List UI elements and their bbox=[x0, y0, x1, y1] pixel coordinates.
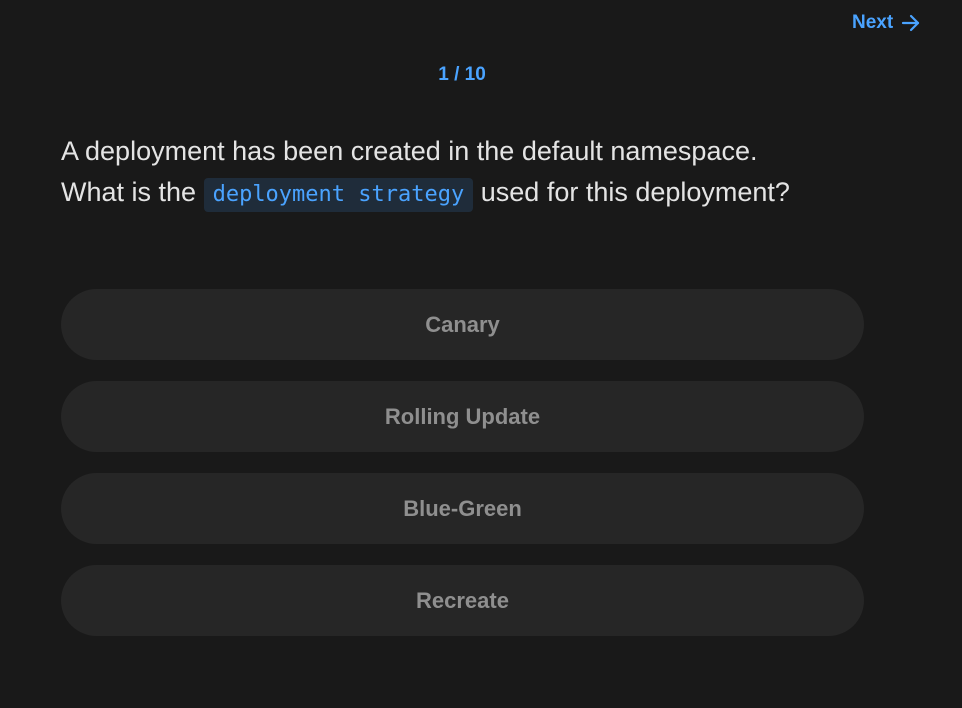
progress-indicator: 1 / 10 bbox=[438, 64, 486, 85]
option-label: Canary bbox=[425, 311, 500, 337]
question-line-2-start: What is the bbox=[61, 177, 197, 207]
question-line-1: A deployment has been created in the def… bbox=[61, 136, 758, 166]
answer-options: Canary Rolling Update Blue-Green Recreat… bbox=[61, 289, 864, 657]
question-line-2-end: used for this deployment? bbox=[480, 177, 790, 207]
next-label: Next bbox=[852, 12, 894, 33]
answer-option-canary[interactable]: Canary bbox=[61, 289, 864, 360]
answer-option-rolling-update[interactable]: Rolling Update bbox=[61, 381, 864, 452]
answer-option-recreate[interactable]: Recreate bbox=[61, 565, 864, 636]
option-label: Rolling Update bbox=[384, 403, 541, 429]
answer-option-blue-green[interactable]: Blue-Green bbox=[61, 473, 864, 544]
inline-code: deployment strategy bbox=[203, 178, 474, 212]
arrow-right-icon bbox=[901, 13, 921, 33]
option-label: Blue-Green bbox=[403, 495, 522, 521]
next-button[interactable]: Next bbox=[852, 10, 921, 36]
option-label: Recreate bbox=[416, 587, 509, 613]
question-line-2: What is the deployment strategy used for… bbox=[61, 172, 881, 215]
question-text: A deployment has been created in the def… bbox=[61, 131, 881, 215]
